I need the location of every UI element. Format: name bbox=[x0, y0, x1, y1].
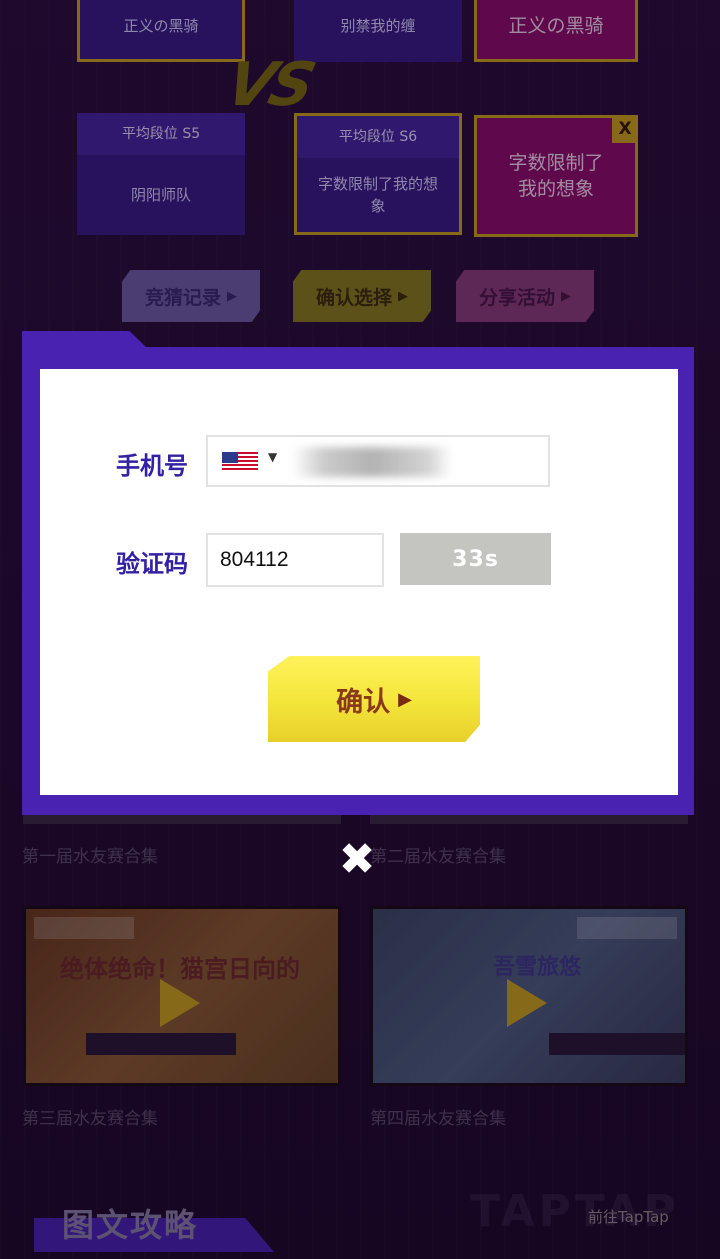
phone-input[interactable]: ▼ bbox=[206, 435, 550, 487]
us-flag-icon[interactable] bbox=[222, 452, 258, 472]
confirm-button[interactable]: 确认 ▶ bbox=[268, 656, 480, 742]
close-icon[interactable]: ✖ bbox=[337, 838, 377, 882]
arrow-right-icon: ▶ bbox=[398, 688, 412, 710]
caret-down-icon[interactable]: ▼ bbox=[268, 450, 277, 464]
phone-label: 手机号 bbox=[116, 452, 188, 480]
code-label: 验证码 bbox=[116, 550, 188, 578]
confirm-label: 确认 bbox=[336, 686, 391, 718]
verification-code-input[interactable]: 804112 bbox=[206, 533, 384, 587]
phone-number-blurred bbox=[292, 447, 452, 477]
resend-countdown-button[interactable]: 33s bbox=[400, 533, 551, 585]
